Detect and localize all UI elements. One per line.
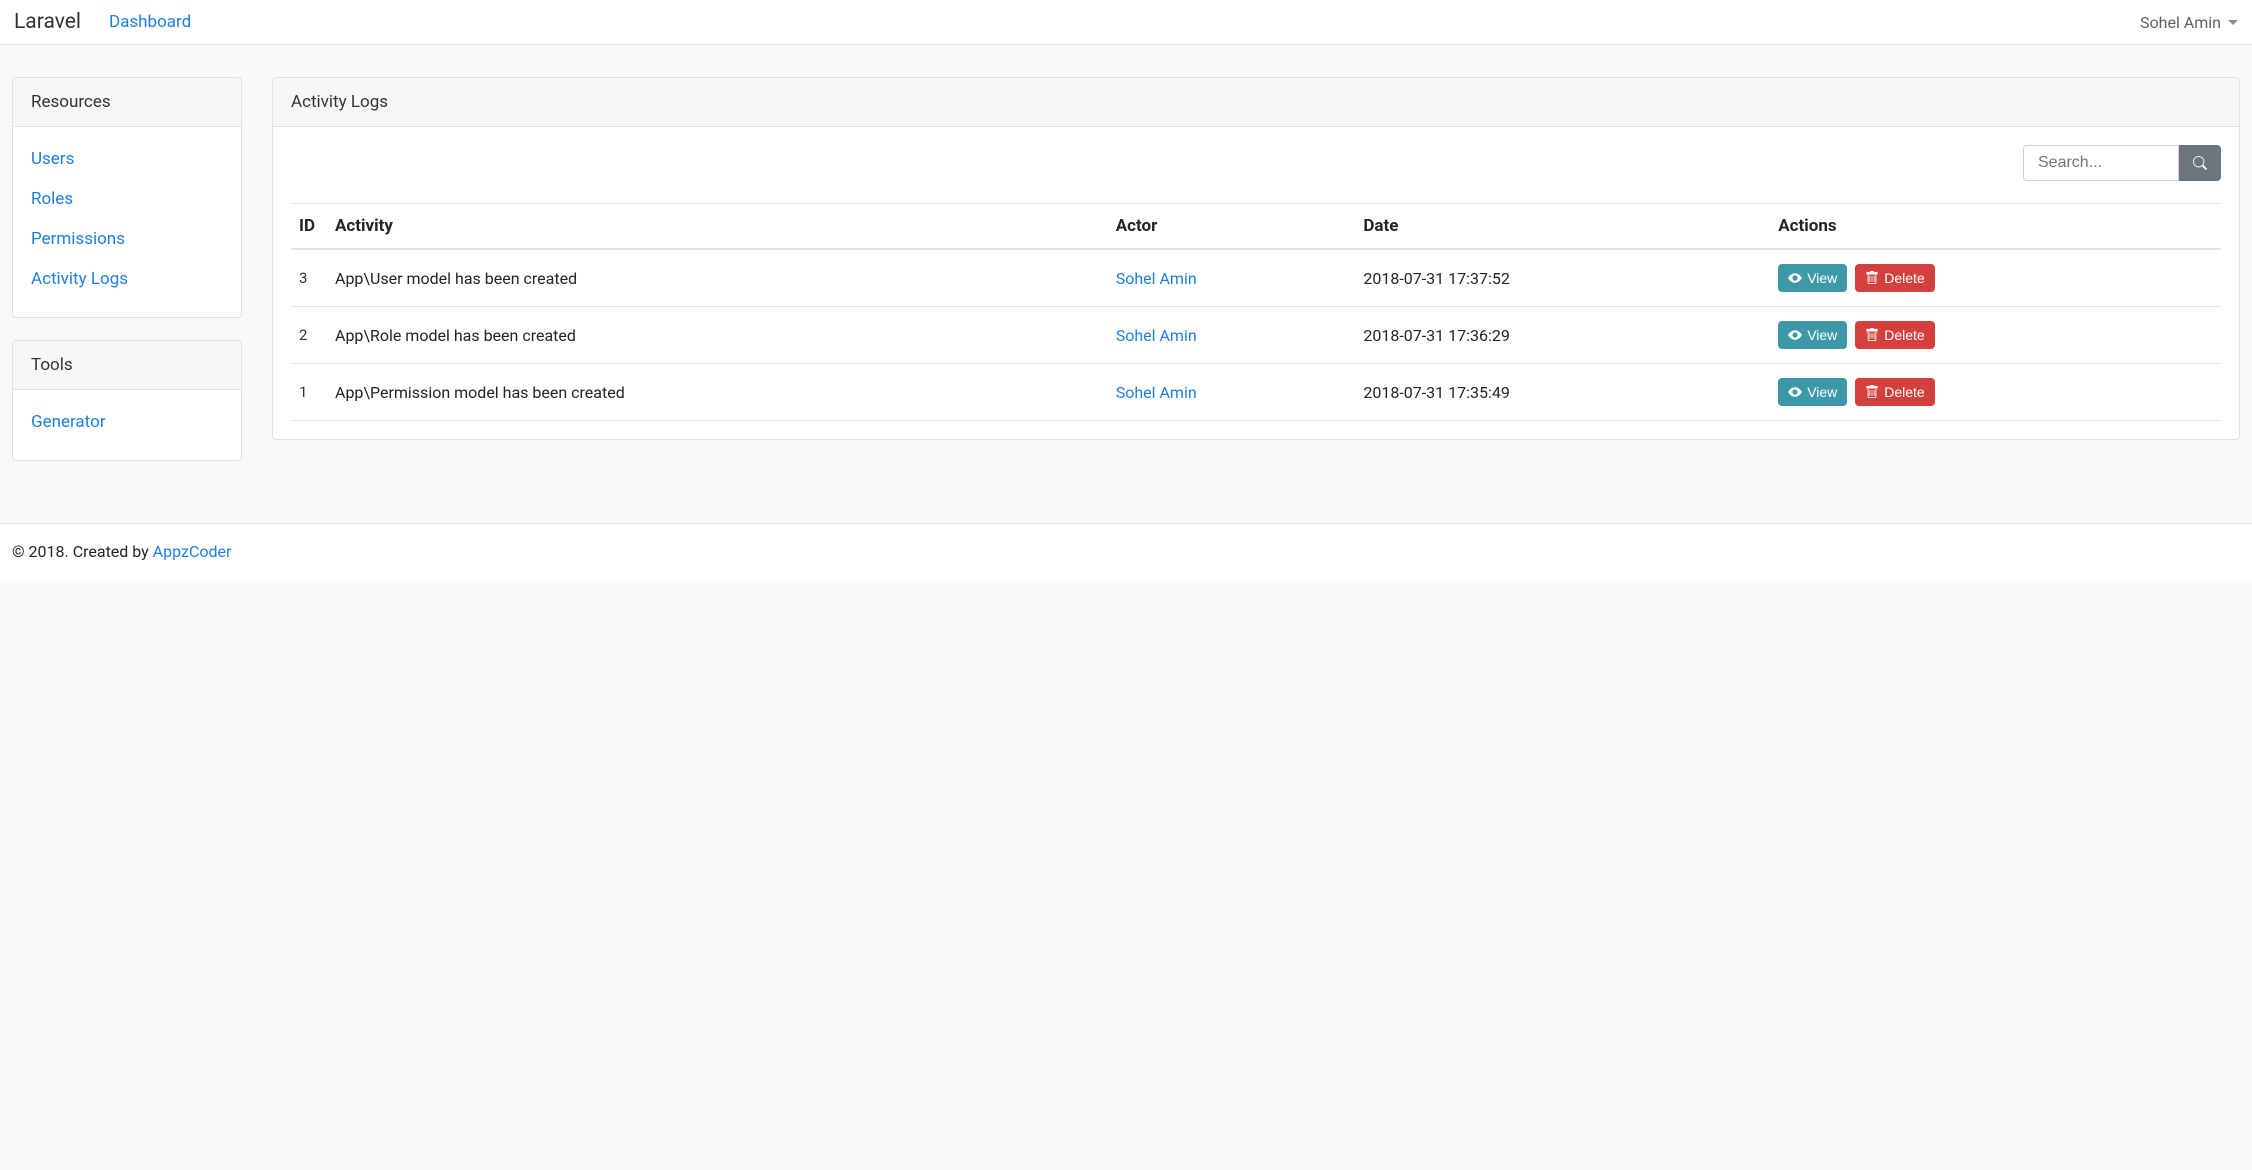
cell-actor: Sohel Amin bbox=[1108, 249, 1356, 307]
footer: © 2018. Created by AppzCoder bbox=[0, 523, 2252, 583]
cell-id: 2 bbox=[291, 307, 327, 364]
trash-icon bbox=[1865, 385, 1879, 399]
view-button[interactable]: View bbox=[1778, 321, 1847, 349]
th-activity: Activity bbox=[327, 204, 1108, 250]
search-button[interactable] bbox=[2179, 145, 2221, 181]
sidebar: Resources Users Roles Permissions Activi… bbox=[12, 77, 242, 483]
delete-button[interactable]: Delete bbox=[1855, 378, 1934, 406]
th-actions: Actions bbox=[1770, 204, 2221, 250]
actor-link[interactable]: Sohel Amin bbox=[1116, 326, 1197, 345]
activity-table: ID Activity Actor Date Actions 3 App\Use… bbox=[291, 203, 2221, 421]
search-row bbox=[291, 145, 2221, 181]
tools-list: Generator bbox=[13, 390, 241, 460]
footer-link[interactable]: AppzCoder bbox=[153, 542, 232, 561]
cell-activity: App\Role model has been created bbox=[327, 307, 1108, 364]
sidebar-item-users[interactable]: Users bbox=[13, 139, 241, 179]
sidebar-item-roles[interactable]: Roles bbox=[13, 179, 241, 219]
user-dropdown[interactable]: Sohel Amin bbox=[2140, 13, 2238, 32]
resources-list: Users Roles Permissions Activity Logs bbox=[13, 127, 241, 317]
cell-id: 1 bbox=[291, 364, 327, 421]
cell-actions: View Delete bbox=[1770, 307, 2221, 364]
table-header-row: ID Activity Actor Date Actions bbox=[291, 204, 2221, 250]
th-id: ID bbox=[291, 204, 327, 250]
tools-header: Tools bbox=[13, 341, 241, 390]
cell-date: 2018-07-31 17:36:29 bbox=[1355, 307, 1770, 364]
table-row: 2 App\Role model has been created Sohel … bbox=[291, 307, 2221, 364]
search-icon bbox=[2193, 156, 2207, 170]
view-label: View bbox=[1807, 384, 1837, 400]
cell-activity: App\Permission model has been created bbox=[327, 364, 1108, 421]
cell-id: 3 bbox=[291, 249, 327, 307]
cell-actions: View Delete bbox=[1770, 364, 2221, 421]
delete-label: Delete bbox=[1884, 384, 1924, 400]
view-label: View bbox=[1807, 327, 1837, 343]
sidebar-item-generator[interactable]: Generator bbox=[13, 402, 241, 442]
resources-header: Resources bbox=[13, 78, 241, 127]
resources-card: Resources Users Roles Permissions Activi… bbox=[12, 77, 242, 318]
cell-date: 2018-07-31 17:35:49 bbox=[1355, 364, 1770, 421]
dashboard-link[interactable]: Dashboard bbox=[109, 12, 191, 32]
cell-actor: Sohel Amin bbox=[1108, 307, 1356, 364]
user-name: Sohel Amin bbox=[2140, 13, 2221, 32]
th-date: Date bbox=[1355, 204, 1770, 250]
actor-link[interactable]: Sohel Amin bbox=[1116, 269, 1197, 288]
delete-label: Delete bbox=[1884, 270, 1924, 286]
cell-date: 2018-07-31 17:37:52 bbox=[1355, 249, 1770, 307]
table-row: 1 App\Permission model has been created … bbox=[291, 364, 2221, 421]
activity-logs-header: Activity Logs bbox=[273, 78, 2239, 127]
delete-label: Delete bbox=[1884, 327, 1924, 343]
search-input[interactable] bbox=[2023, 145, 2179, 181]
main-panel: Activity Logs ID Activity bbox=[272, 77, 2240, 462]
th-actor: Actor bbox=[1108, 204, 1356, 250]
view-label: View bbox=[1807, 270, 1837, 286]
chevron-down-icon bbox=[2228, 20, 2238, 25]
trash-icon bbox=[1865, 271, 1879, 285]
delete-button[interactable]: Delete bbox=[1855, 264, 1934, 292]
view-button[interactable]: View bbox=[1778, 378, 1847, 406]
eye-icon bbox=[1788, 271, 1802, 285]
navbar-brand[interactable]: Laravel bbox=[14, 10, 81, 34]
main-container: Resources Users Roles Permissions Activi… bbox=[0, 45, 2252, 523]
sidebar-item-permissions[interactable]: Permissions bbox=[13, 219, 241, 259]
view-button[interactable]: View bbox=[1778, 264, 1847, 292]
cell-actor: Sohel Amin bbox=[1108, 364, 1356, 421]
activity-logs-card: Activity Logs ID Activity bbox=[272, 77, 2240, 440]
activity-logs-body: ID Activity Actor Date Actions 3 App\Use… bbox=[273, 127, 2239, 439]
eye-icon bbox=[1788, 385, 1802, 399]
cell-activity: App\User model has been created bbox=[327, 249, 1108, 307]
trash-icon bbox=[1865, 328, 1879, 342]
sidebar-item-activity-logs[interactable]: Activity Logs bbox=[13, 259, 241, 299]
actor-link[interactable]: Sohel Amin bbox=[1116, 383, 1197, 402]
eye-icon bbox=[1788, 328, 1802, 342]
delete-button[interactable]: Delete bbox=[1855, 321, 1934, 349]
table-row: 3 App\User model has been created Sohel … bbox=[291, 249, 2221, 307]
footer-text: © 2018. Created by bbox=[12, 542, 153, 561]
search-group bbox=[2023, 145, 2221, 181]
navbar: Laravel Dashboard Sohel Amin bbox=[0, 0, 2252, 45]
navbar-left: Laravel Dashboard bbox=[14, 10, 191, 34]
tools-card: Tools Generator bbox=[12, 340, 242, 461]
cell-actions: View Delete bbox=[1770, 249, 2221, 307]
